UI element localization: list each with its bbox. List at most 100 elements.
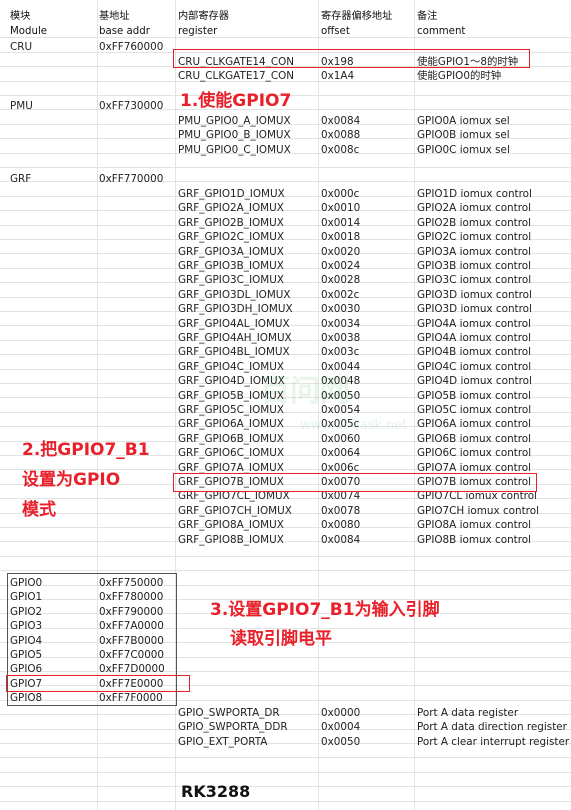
register-offset: 0x0088: [321, 129, 361, 141]
annotation-step2-line1: 2.把GPIO7_B1: [22, 440, 150, 460]
register-offset: 0x1A4: [321, 70, 355, 82]
register-name: GRF_GPIO2B_IOMUX: [178, 216, 284, 229]
gpio-port-base: 0xFF780000: [99, 591, 164, 604]
register-comment: GPIO5B iomux control: [417, 389, 532, 402]
header-register-en: register: [178, 26, 218, 37]
register-name: GPIO_EXT_PORTA: [178, 735, 268, 748]
header-offset-en: offset: [321, 26, 350, 37]
register-name: GRF_GPIO3DH_IOMUX: [178, 303, 293, 316]
gpio-port-base: 0xFF790000: [99, 605, 164, 618]
watermark-logo: 百问网: [260, 374, 350, 409]
register-name: GRF_GPIO3DL_IOMUX: [178, 288, 291, 301]
highlight-grf-gpio7b: [173, 473, 537, 492]
register-offset: 0x0024: [321, 260, 361, 272]
annotation-step1: 1.使能GPIO7: [180, 91, 292, 111]
header-offset-cn: 寄存器偏移地址: [321, 11, 393, 22]
register-name: GRF_GPIO8A_IOMUX: [178, 519, 284, 532]
register-comment: GPIO3A iomux control: [417, 245, 532, 258]
register-comment: GPIO0C iomux sel: [417, 144, 510, 156]
register-name: GRF_GPIO2C_IOMUX: [178, 231, 284, 244]
register-offset: 0x0078: [321, 504, 361, 517]
grid-row: [0, 168, 571, 183]
register-offset: 0x0084: [321, 115, 361, 127]
register-offset: 0x0034: [321, 317, 361, 330]
header-module-en: Module: [10, 26, 48, 37]
register-comment: GPIO4D iomux control: [417, 375, 532, 388]
register-name: PMU_GPIO0_A_IOMUX: [178, 115, 291, 127]
register-offset: 0x003c: [321, 346, 360, 359]
gpio-port-base: 0xFF7C0000: [99, 649, 165, 661]
register-name: GRF_GPIO1D_IOMUX: [178, 188, 285, 200]
register-name: GPIO_SWPORTA_DR: [178, 707, 280, 719]
register-offset: 0x0080: [321, 519, 361, 532]
column-divider: [414, 0, 415, 810]
register-offset: 0x0010: [321, 202, 361, 215]
register-name: GRF_GPIO3B_IOMUX: [178, 260, 284, 272]
grid-row: [0, 24, 571, 39]
annotation-step2-line2: 设置为GPIO: [22, 470, 121, 490]
register-name: GRF_GPIO3C_IOMUX: [178, 274, 284, 287]
gpio-port-name: GPIO0: [10, 577, 43, 589]
register-name: GRF_GPIO2A_IOMUX: [178, 202, 284, 215]
register-comment: GPIO6A iomux control: [417, 418, 532, 431]
register-comment: Port A data register: [417, 707, 519, 719]
annotation-step3-line2: 读取引脚电平: [230, 629, 332, 649]
register-offset: 0x002c: [321, 288, 360, 301]
register-offset: 0x0004: [321, 721, 361, 734]
register-comment: Port A data direction register: [417, 721, 567, 734]
register-offset: 0x0060: [321, 432, 361, 445]
grid-row: [0, 787, 571, 802]
header-base-cn: 基地址: [99, 11, 130, 22]
gpio-port-base: 0xFF7F0000: [99, 692, 163, 705]
register-offset: 0x000c: [321, 188, 360, 200]
gpio-port-base: 0xFF750000: [99, 577, 164, 589]
highlight-cru-clkgate14: [173, 49, 530, 68]
gpio-port-name: GPIO2: [10, 605, 43, 618]
register-name: GRF_GPIO6C_IOMUX: [178, 447, 284, 460]
register-comment: GPIO4B iomux control: [417, 346, 532, 359]
register-name: GRF_GPIO4AL_IOMUX: [178, 317, 290, 330]
grid-row: [0, 557, 571, 572]
register-comment: GPIO8B iomux control: [417, 533, 532, 546]
register-comment: GPIO6C iomux control: [417, 447, 532, 460]
annotation-step3-line1: 3.设置GPIO7_B1为输入引脚: [210, 600, 440, 620]
register-offset: 0x0030: [321, 303, 361, 316]
register-comment: GPIO4C iomux control: [417, 360, 532, 373]
header-base-en: base addr: [99, 26, 150, 37]
register-name: GPIO_SWPORTA_DDR: [178, 721, 288, 734]
register-offset: 0x0020: [321, 245, 361, 258]
register-comment: GPIO7CH iomux control: [417, 504, 539, 517]
annotation-step2-line3: 模式: [22, 500, 56, 520]
register-comment: GPIO0B iomux sel: [417, 129, 510, 141]
register-offset: 0x0028: [321, 274, 361, 287]
register-offset: 0x0084: [321, 533, 361, 546]
register-comment: GPIO3D iomux control: [417, 288, 532, 301]
gpio-port-name: GPIO5: [10, 649, 43, 661]
register-comment: GPIO3B iomux control: [417, 260, 532, 272]
highlight-gpio7-base: [6, 675, 190, 692]
register-comment: GPIO6B iomux control: [417, 432, 532, 445]
register-comment: GPIO1D iomux control: [417, 188, 532, 200]
gpio-port-base: 0xFF7B0000: [99, 634, 164, 647]
register-comment: GPIO4A iomux control: [417, 332, 532, 344]
gpio-port-name: GPIO3: [10, 620, 43, 633]
register-name: CRU_CLKGATE17_CON: [178, 70, 295, 82]
base-grf: 0xFF770000: [99, 173, 164, 185]
register-comment: Port A clear interrupt register: [417, 735, 570, 748]
register-comment: GPIO2C iomux control: [417, 231, 532, 244]
register-offset: 0x0038: [321, 332, 361, 344]
register-offset: 0x0014: [321, 216, 361, 229]
register-offset: 0x0000: [321, 707, 361, 719]
gpio-port-name: GPIO8: [10, 692, 43, 705]
register-name: GRF_GPIO6A_IOMUX: [178, 418, 284, 431]
register-comment: GPIO2A iomux control: [417, 202, 532, 215]
module-pmu: PMU: [10, 100, 33, 112]
register-name: GRF_GPIO8B_IOMUX: [178, 533, 284, 546]
register-offset: 0x0050: [321, 735, 361, 748]
register-name: PMU_GPIO0_B_IOMUX: [178, 129, 291, 141]
register-name: GRF_GPIO4AH_IOMUX: [178, 332, 292, 344]
module-grf: GRF: [10, 173, 32, 185]
header-register-cn: 内部寄存器: [178, 11, 229, 22]
register-comment: GPIO3D iomux control: [417, 303, 532, 316]
register-offset: 0x008c: [321, 144, 360, 156]
